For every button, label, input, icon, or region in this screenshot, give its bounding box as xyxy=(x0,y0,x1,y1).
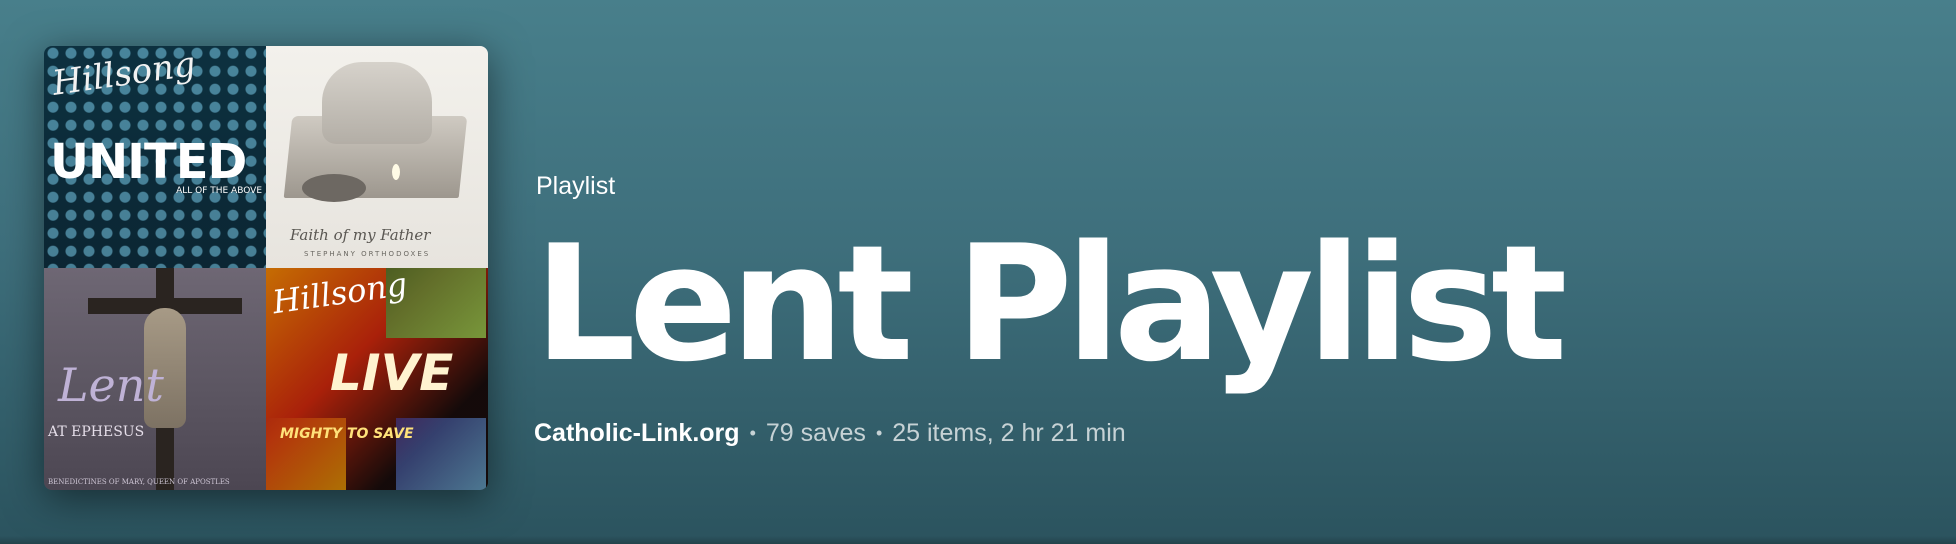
flame-illustration xyxy=(392,164,400,180)
playlist-type-label: Playlist xyxy=(536,172,616,200)
hands-illustration xyxy=(322,62,432,144)
playlist-title[interactable]: Lent Playlist xyxy=(534,209,1936,399)
cover-tile-brand: Hillsong xyxy=(49,46,198,104)
playlist-header: Hillsong UNITED ALL OF THE ABOVE Faith o… xyxy=(0,0,1956,544)
header-bottom-shade xyxy=(0,536,1956,544)
playlist-saves-count: 79 saves xyxy=(765,419,866,447)
playlist-owner-link[interactable]: Catholic-Link.org xyxy=(534,419,740,448)
playlist-meta: Playlist Lent Playlist Catholic-Link.org… xyxy=(534,160,1936,448)
cover-tile-subtitle: ALL OF THE ABOVE xyxy=(176,186,262,196)
cover-tile-title: LIVE xyxy=(330,344,454,402)
cover-tile-title: Lent xyxy=(58,358,164,412)
cover-tile-lent-at-ephesus: Lent AT EPHESUS BENEDICTINES OF MARY, QU… xyxy=(44,268,266,490)
cover-tile-hillsong-united: Hillsong UNITED ALL OF THE ABOVE xyxy=(44,46,266,268)
separator-dot: • xyxy=(875,423,883,443)
cover-tile-faith-of-my-father: Faith of my Father STEPHANY ORTHODOXES xyxy=(266,46,488,268)
playlist-items-duration: 25 items, 2 hr 21 min xyxy=(892,419,1126,447)
cover-tile-hillsong-live: Hillsong LIVE MIGHTY TO SAVE xyxy=(266,268,488,490)
cover-tile-footer: BENEDICTINES OF MARY, QUEEN OF APOSTLES xyxy=(48,478,230,486)
cover-tile-subtitle: AT EPHESUS xyxy=(48,424,145,440)
playlist-cover[interactable]: Hillsong UNITED ALL OF THE ABOVE Faith o… xyxy=(44,46,488,490)
cover-tile-subtitle: MIGHTY TO SAVE xyxy=(280,426,414,442)
cover-tile-artist: STEPHANY ORTHODOXES xyxy=(304,250,431,258)
playlist-details: Catholic-Link.org • 79 saves • 25 items,… xyxy=(534,419,1936,448)
separator-dot: • xyxy=(749,423,756,443)
cover-tile-title: Faith of my Father xyxy=(290,226,431,244)
oil-lamp-illustration xyxy=(302,174,366,202)
cover-tile-title: UNITED xyxy=(50,134,247,190)
